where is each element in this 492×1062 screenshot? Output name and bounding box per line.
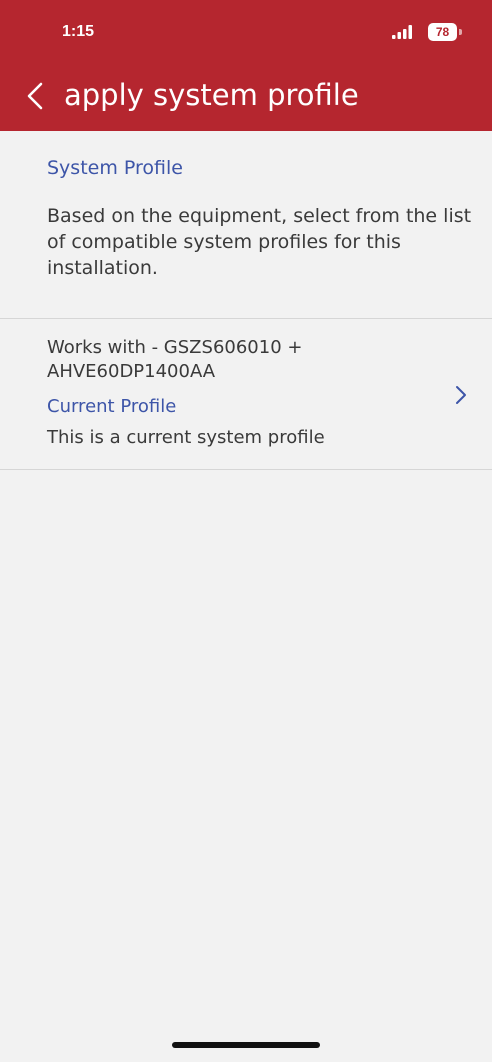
profile-works-with: Works with - GSZS606010 + AHVE60DP1400AA bbox=[47, 337, 303, 382]
battery-nub bbox=[459, 29, 462, 35]
divider-bottom bbox=[0, 469, 492, 470]
profile-name: Current Profile bbox=[47, 396, 177, 417]
profile-description: This is a current system profile bbox=[47, 427, 325, 448]
battery-level: 78 bbox=[435, 25, 450, 39]
screen: 1:15 78 apply system profile System Prof… bbox=[0, 0, 492, 1062]
section-description: Based on the equipment, select from the … bbox=[47, 205, 472, 279]
signal-bars-icon bbox=[392, 25, 412, 39]
status-time: 1:15 bbox=[62, 23, 95, 40]
section-title: System Profile bbox=[47, 157, 183, 179]
system-profile-section: System Profile Based on the equipment, s… bbox=[0, 131, 492, 318]
app-header: 1:15 78 apply system profile bbox=[0, 0, 492, 131]
status-bar: 1:15 78 bbox=[0, 0, 492, 62]
home-indicator[interactable] bbox=[172, 1042, 320, 1048]
back-chevron-left-icon[interactable] bbox=[22, 76, 50, 116]
battery-icon: 78 bbox=[428, 23, 462, 41]
profile-list-item[interactable]: Works with - GSZS606010 + AHVE60DP1400AA… bbox=[0, 319, 492, 469]
nav-bar: apply system profile bbox=[0, 62, 492, 131]
page-title: apply system profile bbox=[64, 78, 359, 112]
chevron-right-icon bbox=[456, 386, 466, 404]
